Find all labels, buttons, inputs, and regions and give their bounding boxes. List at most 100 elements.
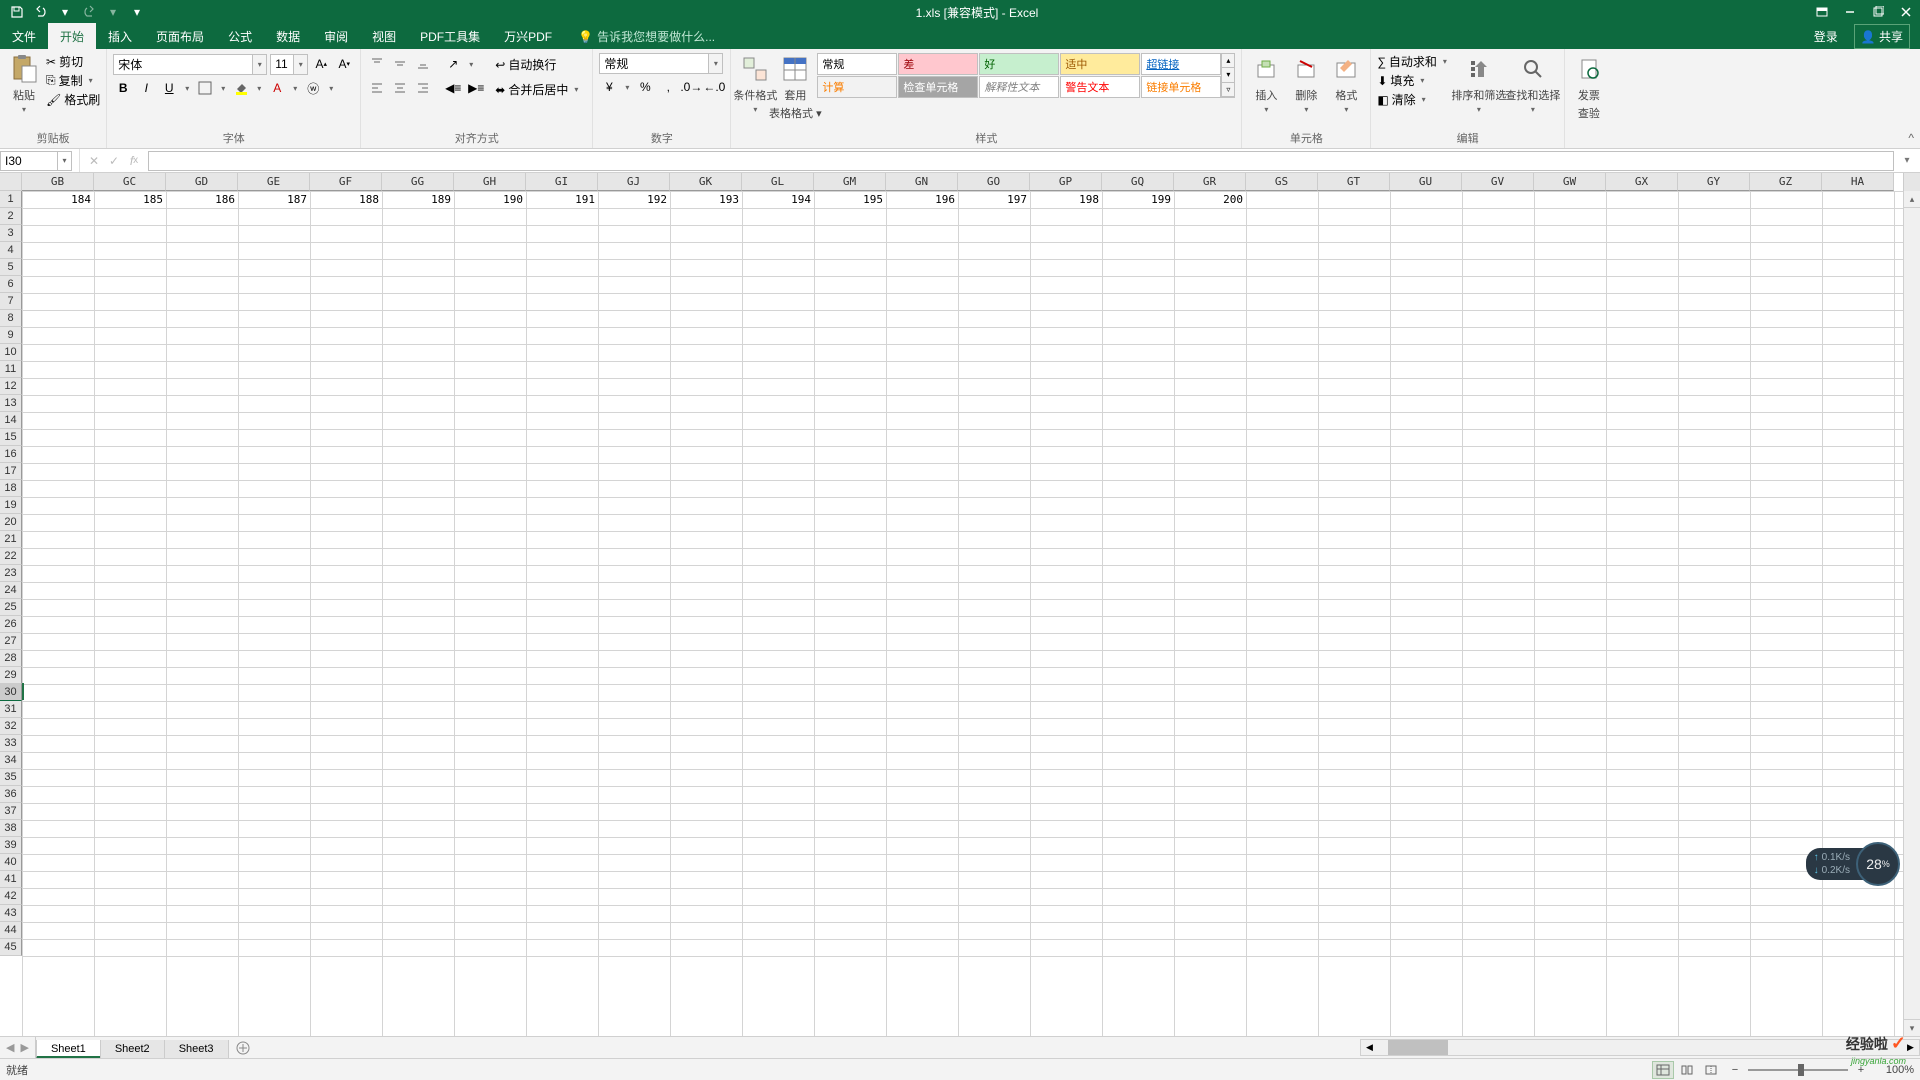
insert-function-button[interactable]: fx (124, 151, 144, 171)
style-good[interactable]: 好 (979, 53, 1059, 75)
wrap-text-button[interactable]: ↩自动换行 (490, 53, 586, 76)
row-header[interactable]: 24 (0, 582, 22, 599)
copy-button[interactable]: ⎘复制 ▾ (46, 72, 100, 89)
align-top-button[interactable] (367, 53, 387, 75)
row-header[interactable]: 2 (0, 208, 22, 225)
align-bottom-button[interactable] (413, 53, 433, 75)
vertical-scrollbar-track[interactable] (1904, 208, 1920, 1019)
column-header[interactable]: GM (814, 173, 886, 191)
row-header[interactable]: 43 (0, 905, 22, 922)
row-header[interactable]: 1 (0, 191, 22, 208)
format-cells-button[interactable]: 格式▾ (1328, 53, 1364, 114)
zoom-slider[interactable] (1748, 1069, 1848, 1071)
row-header[interactable]: 10 (0, 344, 22, 361)
login-button[interactable]: 登录 (1808, 25, 1844, 48)
row-header[interactable]: 29 (0, 667, 22, 684)
zoom-out-button[interactable]: − (1724, 1061, 1746, 1079)
column-header[interactable]: GS (1246, 173, 1318, 191)
column-header[interactable]: GZ (1750, 173, 1822, 191)
row-header[interactable]: 37 (0, 803, 22, 820)
minimize-icon[interactable] (1836, 0, 1864, 24)
invoice-check-button[interactable]: 发票 查验 (1571, 53, 1607, 121)
clear-button[interactable]: ◧清除 ▾ (1377, 91, 1450, 108)
column-header[interactable]: HA (1822, 173, 1894, 191)
row-header[interactable]: 14 (0, 412, 22, 429)
row-header[interactable]: 7 (0, 293, 22, 310)
grid-cell[interactable]: 194 (742, 191, 814, 208)
sheet-nav-next[interactable]: ▶ (20, 1041, 28, 1054)
bold-button[interactable]: B (113, 77, 133, 99)
align-right-button[interactable] (413, 77, 433, 99)
row-header[interactable]: 34 (0, 752, 22, 769)
row-header[interactable]: 32 (0, 718, 22, 735)
font-name-input[interactable] (113, 54, 253, 75)
redo-dropdown-icon[interactable]: ▾ (104, 3, 122, 21)
row-header[interactable]: 13 (0, 395, 22, 412)
style-neutral[interactable]: 适中 (1060, 53, 1140, 75)
decrease-decimal-button[interactable]: ←.0 (704, 76, 724, 98)
maximize-icon[interactable] (1864, 0, 1892, 24)
tab-data[interactable]: 数据 (264, 23, 312, 49)
row-header[interactable]: 45 (0, 939, 22, 956)
column-header[interactable]: GC (94, 173, 166, 191)
grid-cell[interactable]: 193 (670, 191, 742, 208)
row-header[interactable]: 18 (0, 480, 22, 497)
column-header[interactable]: GX (1606, 173, 1678, 191)
horizontal-scrollbar-track[interactable] (1378, 1040, 1902, 1055)
row-header[interactable]: 27 (0, 633, 22, 650)
new-sheet-button[interactable] (228, 1037, 258, 1058)
fill-color-button[interactable] (231, 77, 251, 99)
column-header[interactable]: GT (1318, 173, 1390, 191)
tab-layout[interactable]: 页面布局 (144, 23, 216, 49)
column-header[interactable]: GO (958, 173, 1030, 191)
column-header[interactable]: GL (742, 173, 814, 191)
row-header[interactable]: 16 (0, 446, 22, 463)
cut-button[interactable]: ✂剪切 (46, 53, 100, 70)
grid-cell[interactable]: 192 (598, 191, 670, 208)
column-header[interactable]: GG (382, 173, 454, 191)
percent-button[interactable]: % (635, 76, 655, 98)
row-header[interactable]: 35 (0, 769, 22, 786)
grid-cell[interactable]: 189 (382, 191, 454, 208)
row-header[interactable]: 39 (0, 837, 22, 854)
column-header[interactable]: GV (1462, 173, 1534, 191)
row-header[interactable]: 6 (0, 276, 22, 293)
grid-cell[interactable]: 199 (1102, 191, 1174, 208)
sheet-nav-prev[interactable]: ◀ (6, 1041, 14, 1054)
decrease-indent-button[interactable]: ◀≡ (443, 77, 463, 99)
row-header[interactable]: 21 (0, 531, 22, 548)
row-header[interactable]: 20 (0, 514, 22, 531)
grid-cell[interactable]: 198 (1030, 191, 1102, 208)
close-icon[interactable] (1892, 0, 1920, 24)
tab-file[interactable]: 文件 (0, 23, 48, 49)
column-header[interactable]: GD (166, 173, 238, 191)
tell-me-search[interactable]: 💡 告诉我您想要做什么... (578, 28, 715, 49)
tab-insert[interactable]: 插入 (96, 23, 144, 49)
shrink-font-button[interactable]: A▾ (334, 53, 354, 75)
column-header[interactable]: GW (1534, 173, 1606, 191)
gallery-scroll-up[interactable]: ▴ (1222, 54, 1234, 68)
column-header[interactable]: GY (1678, 173, 1750, 191)
name-box-dropdown[interactable]: ▾ (57, 152, 71, 170)
style-linked-cell[interactable]: 链接单元格 (1141, 76, 1221, 98)
scroll-up-button[interactable]: ▴ (1904, 191, 1920, 208)
row-header[interactable]: 30 (0, 684, 22, 701)
column-header[interactable]: GU (1390, 173, 1462, 191)
row-header[interactable]: 19 (0, 497, 22, 514)
column-header[interactable]: GJ (598, 173, 670, 191)
grid-cell[interactable]: 197 (958, 191, 1030, 208)
row-header[interactable]: 38 (0, 820, 22, 837)
row-header[interactable]: 33 (0, 735, 22, 752)
increase-indent-button[interactable]: ▶≡ (466, 77, 486, 99)
grid-cell[interactable]: 195 (814, 191, 886, 208)
grid-cell[interactable]: 188 (310, 191, 382, 208)
tab-review[interactable]: 审阅 (312, 23, 360, 49)
sheet-tab-sheet1[interactable]: Sheet1 (36, 1040, 101, 1059)
horizontal-scrollbar-thumb[interactable] (1388, 1040, 1448, 1055)
row-header[interactable]: 40 (0, 854, 22, 871)
font-size-dropdown[interactable]: ▾ (294, 54, 308, 75)
system-monitor-overlay[interactable]: ↑0.1K/s ↓0.2K/s 28% (1806, 842, 1900, 886)
row-header[interactable]: 36 (0, 786, 22, 803)
share-button[interactable]: 👤 共享 (1854, 24, 1910, 49)
row-header[interactable]: 44 (0, 922, 22, 939)
